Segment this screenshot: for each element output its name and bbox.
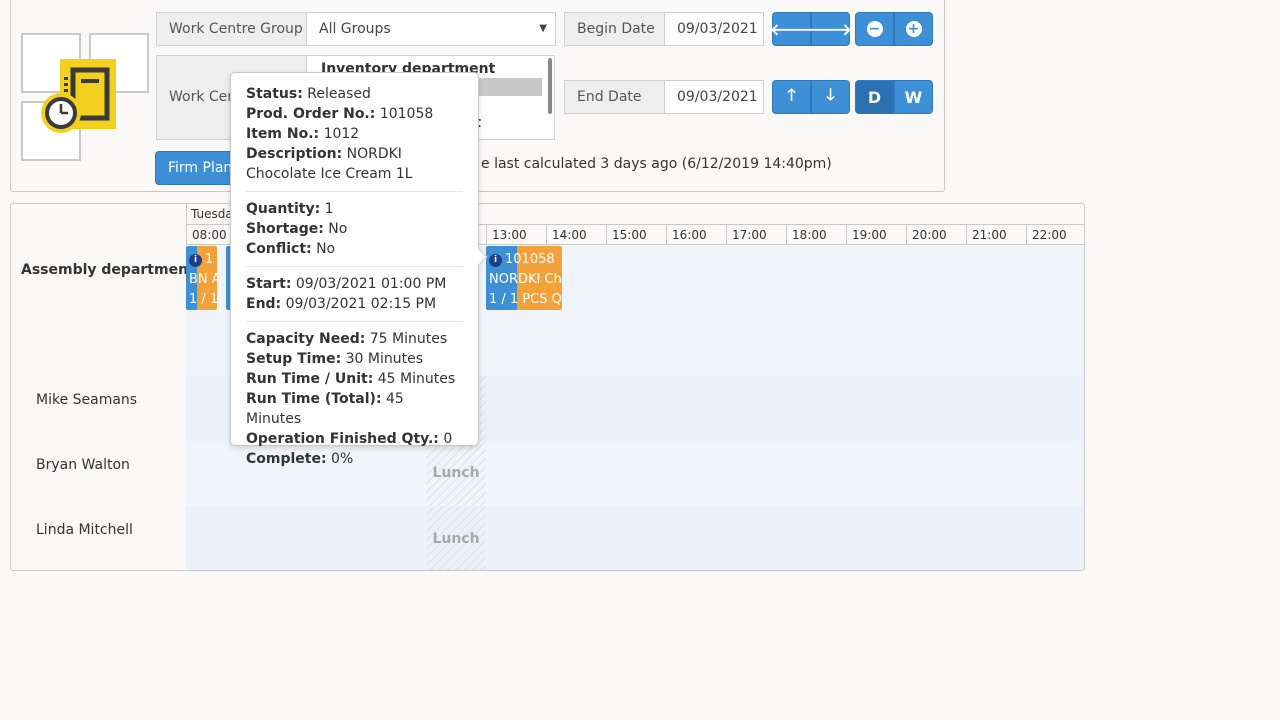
app-logo bbox=[21, 33, 149, 161]
work-centre-group-value: All Groups bbox=[319, 21, 391, 37]
prev-button[interactable]: 🡐 bbox=[770, 12, 813, 46]
end-date-label: End Date bbox=[564, 80, 665, 114]
schedule-clock-icon bbox=[41, 59, 116, 133]
work-centre-group-label: Work Centre Group bbox=[156, 12, 307, 46]
prod-order-value: 101058 bbox=[379, 106, 434, 122]
finished-qty-value: 0 bbox=[443, 431, 453, 447]
row-nav-group: 🡑 🡓 bbox=[772, 80, 850, 114]
run-unit-value: 45 Minutes bbox=[377, 371, 456, 387]
schedule-grid: Tuesday 08:0009:0010:0011:0012:0013:0014… bbox=[10, 203, 1085, 571]
row-linda-bg bbox=[186, 506, 1084, 570]
day-view-button[interactable]: D bbox=[855, 80, 894, 114]
work-centre-group-select[interactable]: All Groups ▼ bbox=[306, 12, 556, 46]
complete-value: 0% bbox=[331, 451, 354, 467]
status-value: Released bbox=[307, 86, 371, 102]
arrow-left-icon: 🡐 bbox=[770, 20, 813, 39]
hour-label: 19:00 bbox=[846, 225, 906, 244]
hour-label: 21:00 bbox=[966, 225, 1026, 244]
setup-value: 30 Minutes bbox=[345, 351, 424, 367]
hour-label: 20:00 bbox=[906, 225, 966, 244]
hour-label: 18:00 bbox=[786, 225, 846, 244]
hour-label: 14:00 bbox=[546, 225, 606, 244]
move-down-button[interactable]: 🡓 bbox=[811, 80, 850, 114]
last-calculated-text: e last calculated 3 days ago (6/12/2019 … bbox=[481, 156, 832, 172]
start-value: 09/03/2021 01:00 PM bbox=[295, 276, 447, 292]
next-button[interactable]: 🡒 bbox=[809, 12, 852, 46]
end-date-input[interactable]: 09/03/2021 bbox=[664, 80, 764, 114]
task-block[interactable]: i1BN A1 / 1 bbox=[186, 246, 217, 310]
hour-label: 13:00 bbox=[486, 225, 546, 244]
move-up-button[interactable]: 🡑 bbox=[772, 80, 811, 114]
plus-circle-icon: + bbox=[905, 21, 922, 37]
chevron-down-icon: ▼ bbox=[539, 23, 547, 34]
arrow-right-icon: 🡒 bbox=[809, 20, 852, 39]
view-mode-group: D W bbox=[855, 80, 933, 114]
quantity-value: 1 bbox=[324, 201, 334, 217]
item-value: 1012 bbox=[323, 126, 360, 142]
zoom-out-button[interactable]: − bbox=[855, 12, 894, 46]
hour-label: 15:00 bbox=[606, 225, 666, 244]
row-label-mike: Mike Seamans bbox=[36, 392, 138, 408]
arrow-up-icon: 🡑 bbox=[787, 84, 796, 104]
capacity-value: 75 Minutes bbox=[369, 331, 448, 347]
hour-label: 22:00 bbox=[1026, 225, 1084, 244]
conflict-value: No bbox=[316, 241, 336, 257]
end-value: 09/03/2021 02:15 PM bbox=[285, 296, 437, 312]
hour-label: 17:00 bbox=[726, 225, 786, 244]
listbox-scrollbar[interactable] bbox=[548, 58, 552, 114]
date-nav-group: 🡐 🡒 bbox=[770, 12, 852, 46]
row-label-linda: Linda Mitchell bbox=[36, 522, 133, 538]
begin-date-label: Begin Date bbox=[564, 12, 665, 46]
shortage-value: No bbox=[328, 221, 348, 237]
task-block-101058[interactable]: i 101058 NORDKI Ch 1 / 1 PCS Q bbox=[486, 246, 562, 310]
hour-label: 16:00 bbox=[666, 225, 726, 244]
minus-circle-icon: − bbox=[866, 21, 883, 37]
row-label-assembly: Assembly department bbox=[21, 262, 195, 278]
zoom-group: − + bbox=[855, 12, 933, 46]
begin-date-input[interactable]: 09/03/2021 bbox=[664, 12, 764, 46]
row-label-bryan: Bryan Walton bbox=[36, 457, 130, 473]
zoom-in-button[interactable]: + bbox=[894, 12, 933, 46]
arrow-down-icon: 🡓 bbox=[826, 84, 835, 104]
week-view-button[interactable]: W bbox=[894, 80, 933, 114]
lunch-block: Lunch bbox=[426, 506, 486, 570]
task-tooltip: Status: Released Prod. Order No.: 101058… bbox=[230, 72, 488, 467]
info-icon[interactable]: i bbox=[489, 254, 502, 267]
info-icon[interactable]: i bbox=[189, 254, 202, 267]
